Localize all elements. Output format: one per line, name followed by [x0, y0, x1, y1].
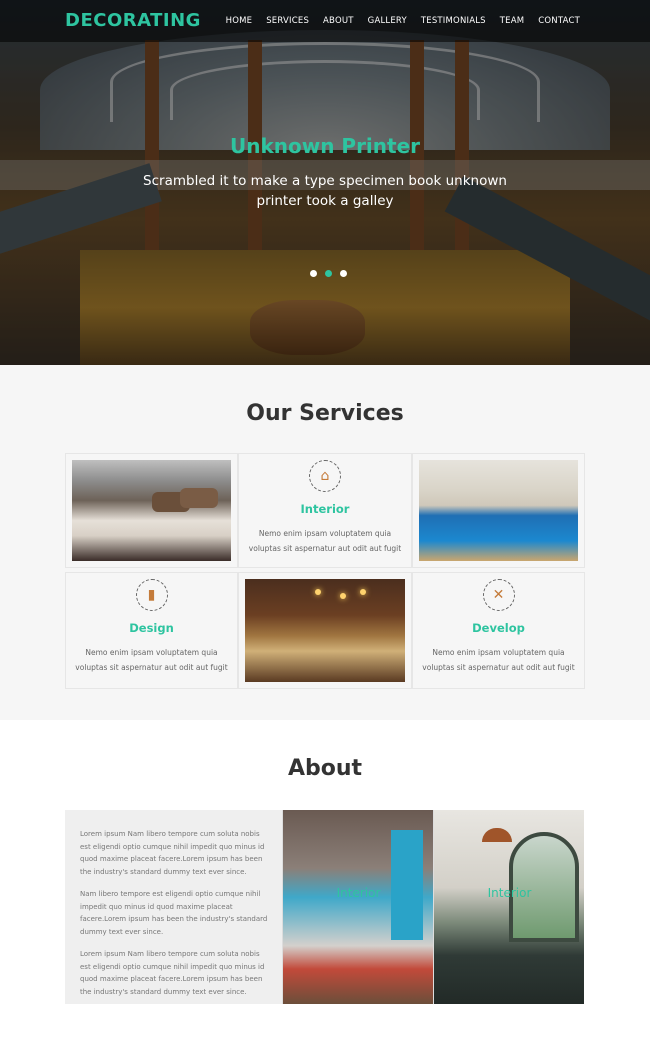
nav-services[interactable]: SERVICES [266, 16, 309, 26]
services-section: Our Services ⌂ Interior Nemo enim ipsam … [0, 365, 650, 720]
hero-subtitle: Scrambled it to make a type specimen boo… [143, 173, 507, 209]
service-name: Interior [300, 502, 350, 516]
nav-testimonials[interactable]: TESTIMONIALS [421, 16, 486, 26]
nav-gallery[interactable]: GALLERY [368, 16, 407, 26]
service-card-develop[interactable]: ✕ Develop Nemo enim ipsam voluptatem qui… [412, 572, 585, 689]
slider-dot-1[interactable] [310, 270, 317, 277]
services-title: Our Services [246, 401, 404, 426]
brand-logo[interactable]: DECORATING [65, 10, 201, 31]
tools-icon: ✕ [482, 579, 515, 611]
about-section: About Lorem ipsum Nam libero tempore cum… [0, 720, 650, 1048]
service-name: Develop [472, 621, 525, 635]
about-content: Lorem ipsum Nam libero tempore cum solut… [65, 810, 585, 1004]
top-navbar: DECORATING HOME SERVICES ABOUT GALLERY T… [0, 0, 650, 42]
about-paragraph: Lorem ipsum Nam libero tempore cum solut… [80, 830, 265, 876]
about-text-panel: Lorem ipsum Nam libero tempore cum solut… [65, 810, 282, 1004]
about-image-mall[interactable]: Interior [282, 810, 433, 1004]
pool-image-tile [412, 453, 585, 568]
pendant-lamp [482, 828, 512, 842]
nav-team[interactable]: TEAM [500, 16, 525, 26]
about-paragraph: Lorem ipsum Nam libero tempore cum solut… [80, 950, 265, 996]
hero-banner: DECORATING HOME SERVICES ABOUT GALLERY T… [0, 0, 650, 365]
about-title: About [287, 756, 363, 781]
hero-title: Unknown Printer [229, 134, 421, 158]
nav-contact[interactable]: CONTACT [538, 16, 580, 26]
pool-photo [419, 460, 578, 561]
nav-home[interactable]: HOME [226, 16, 253, 26]
slider-dots [310, 270, 347, 277]
kitchen-photo [245, 579, 405, 682]
about-image-label: Interior [336, 886, 381, 900]
service-card-interior[interactable]: ⌂ Interior Nemo enim ipsam voluptatem qu… [238, 453, 412, 568]
nav-about[interactable]: ABOUT [323, 16, 354, 26]
about-paragraph: Nam libero tempore est eligendi optio cu… [80, 890, 268, 936]
pendant-light [360, 589, 366, 595]
services-grid: ⌂ Interior Nemo enim ipsam voluptatem qu… [65, 453, 585, 693]
pillow [180, 488, 218, 508]
service-description: Nemo enim ipsam voluptatem quia voluptas… [422, 648, 575, 672]
bedroom-photo [72, 460, 231, 561]
about-image-cafe[interactable]: Interior [433, 810, 584, 1004]
kitchen-image-tile [238, 572, 412, 689]
couch-icon: ⌂ [309, 460, 341, 492]
service-card-design[interactable]: ▮ Design Nemo enim ipsam voluptatem quia… [65, 572, 238, 689]
main-nav: HOME SERVICES ABOUT GALLERY TESTIMONIALS… [226, 16, 580, 26]
paint-roller-icon: ▮ [135, 579, 168, 611]
slider-dot-2[interactable] [325, 270, 332, 277]
pendant-light [315, 589, 321, 595]
slider-dot-3[interactable] [340, 270, 347, 277]
service-name: Design [129, 621, 174, 635]
bedroom-image-tile [65, 453, 238, 568]
service-description: Nemo enim ipsam voluptatem quia voluptas… [75, 648, 228, 672]
pendant-light [340, 593, 346, 599]
about-image-label: Interior [487, 886, 532, 900]
service-description: Nemo enim ipsam voluptatem quia voluptas… [248, 529, 402, 553]
blue-wall [391, 830, 423, 940]
